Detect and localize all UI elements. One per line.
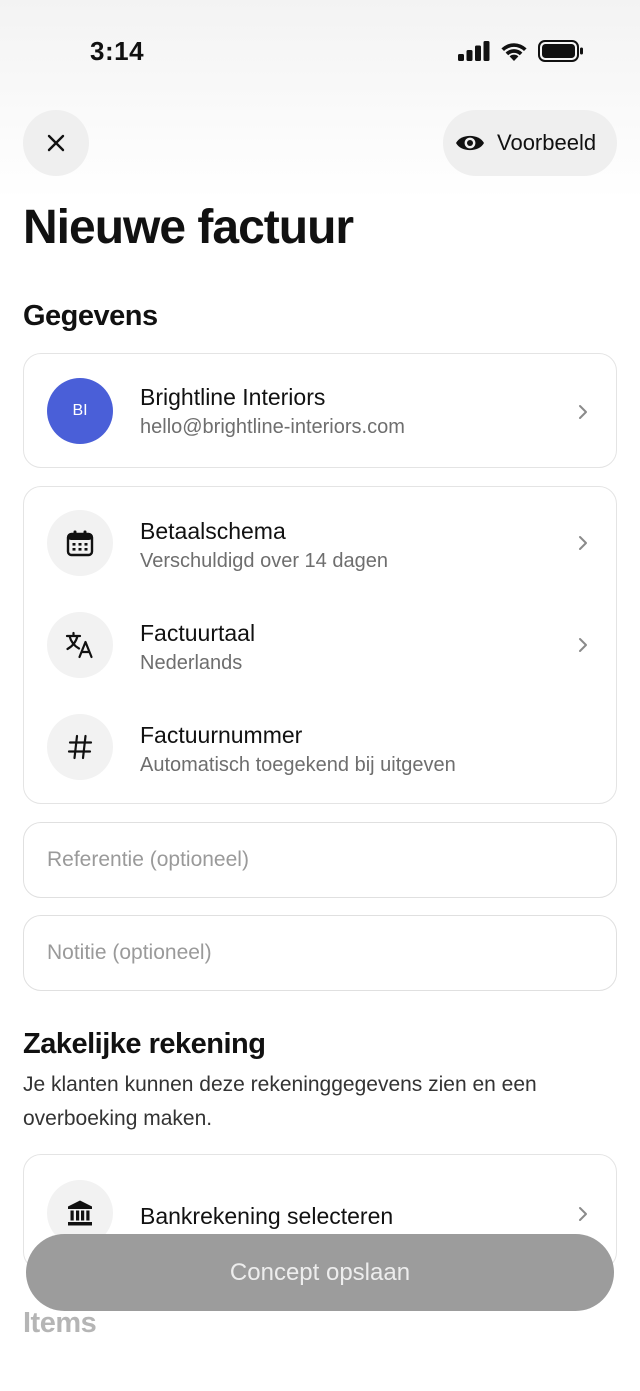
reference-input[interactable]	[23, 822, 617, 898]
chevron-right-icon	[579, 405, 587, 419]
eye-icon	[456, 135, 484, 151]
status-time: 3:14	[90, 36, 145, 66]
preview-button[interactable]: Voorbeeld	[443, 110, 617, 176]
chevron-right-icon	[579, 1207, 587, 1221]
hash-icon	[47, 714, 113, 780]
close-icon	[47, 134, 65, 152]
invoice-language-row[interactable]: Factuurtaal Nederlands	[24, 594, 616, 696]
account-section-title: Zakelijke rekening	[23, 1028, 266, 1060]
invoice-language-value: Nederlands	[140, 652, 243, 674]
client-email: hello@brightline-interiors.com	[140, 416, 405, 438]
chevron-right-icon	[579, 536, 587, 550]
chevron-right-icon	[579, 638, 587, 652]
payment-schedule-title: Betaalschema	[140, 518, 286, 544]
invoice-number-title: Factuurnummer	[140, 722, 303, 748]
client-card[interactable]: BI Brightline Interiors hello@brightline…	[23, 353, 617, 468]
status-icons	[458, 40, 584, 62]
wifi-icon	[501, 42, 527, 61]
payment-schedule-value: Verschuldigd over 14 dagen	[140, 550, 388, 572]
client-avatar: BI	[47, 378, 113, 444]
client-row[interactable]: BI Brightline Interiors hello@brightline…	[24, 354, 616, 469]
invoice-number-row: Factuurnummer Automatisch toegekend bij …	[24, 696, 616, 798]
invoice-language-title: Factuurtaal	[140, 620, 256, 646]
battery-icon	[538, 40, 583, 62]
client-name: Brightline Interiors	[140, 384, 326, 410]
bank-account-label: Bankrekening selecteren	[140, 1203, 394, 1229]
preview-label: Voorbeeld	[497, 130, 597, 155]
payment-schedule-row[interactable]: Betaalschema Verschuldigd over 14 dagen	[24, 492, 616, 594]
calendar-icon	[47, 510, 113, 576]
details-section-title: Gegevens	[23, 300, 158, 332]
translate-icon	[47, 612, 113, 678]
save-draft-button[interactable]: Concept opslaan	[26, 1234, 614, 1311]
items-section-title: Items	[23, 1307, 97, 1339]
invoice-settings-card: Betaalschema Verschuldigd over 14 dagen …	[23, 486, 617, 804]
account-description: Je klanten kunnen deze rekeninggegevens …	[23, 1073, 537, 1130]
close-button[interactable]	[23, 110, 89, 176]
note-input[interactable]	[23, 915, 617, 991]
page-title: Nieuwe factuur	[23, 201, 354, 254]
invoice-number-value: Automatisch toegekend bij uitgeven	[140, 754, 456, 776]
cellular-signal-icon	[458, 41, 490, 61]
